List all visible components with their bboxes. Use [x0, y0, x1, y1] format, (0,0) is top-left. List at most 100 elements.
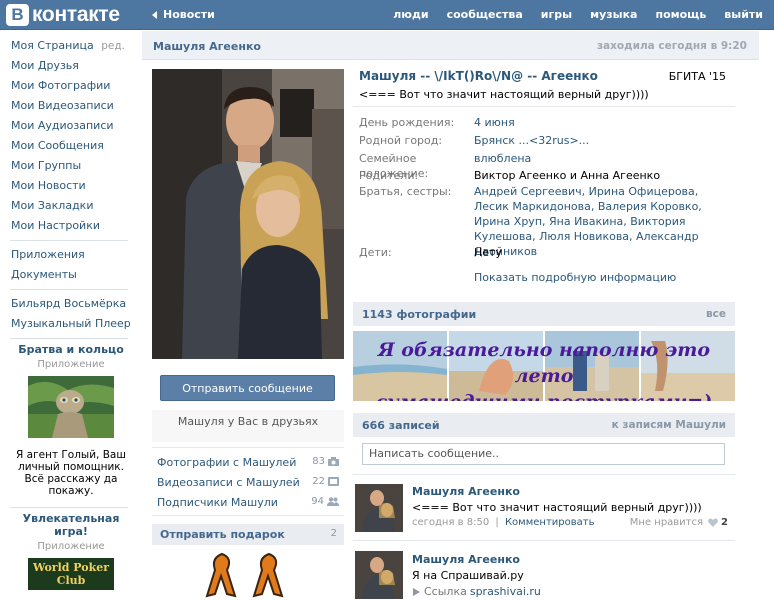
- wall-message-input[interactable]: Написать сообщение..: [362, 443, 725, 465]
- ad-title[interactable]: Братва и кольцо: [8, 343, 134, 356]
- page-owner-name: Машуля Агеенко: [153, 40, 261, 53]
- counter-value: 94: [311, 496, 339, 507]
- nav-music[interactable]: музыка: [590, 8, 637, 21]
- info-value: Виктор Агеенко и Анна Агеенко: [474, 169, 661, 182]
- like-label: Мне нравится: [629, 517, 704, 528]
- video-icon: [328, 477, 339, 486]
- menu-my-videos[interactable]: Мои Видеозаписи: [0, 96, 140, 116]
- menu-my-settings[interactable]: Мои Настройки: [0, 216, 140, 236]
- vk-logo[interactable]: B контакте: [6, 3, 120, 26]
- send-gift-title[interactable]: Отправить подарок: [160, 528, 285, 541]
- post-author-name[interactable]: Машуля Агеенко: [412, 485, 520, 498]
- news-back-label: Новости: [163, 8, 215, 21]
- post-author-avatar[interactable]: [355, 551, 403, 599]
- divider: [152, 447, 344, 448]
- post-time[interactable]: сегодня в 8:50: [412, 517, 489, 528]
- wall-title[interactable]: 666 записей: [362, 419, 440, 432]
- nav-games[interactable]: игры: [541, 8, 572, 21]
- gifts-count: 2: [330, 528, 337, 539]
- show-more-info-link[interactable]: Показать подробную информацию: [474, 271, 676, 284]
- back-arrow-icon: [152, 10, 157, 19]
- menu-my-page[interactable]: Моя Страница ред.: [0, 36, 140, 56]
- info-label: Братья, сестры:: [359, 185, 452, 198]
- photos-all-link[interactable]: все: [706, 308, 726, 320]
- meta-separator: |: [495, 517, 499, 528]
- post-author-name[interactable]: Машуля Агеенко: [412, 553, 520, 566]
- poker-logo-text: World Poker Club: [32, 561, 110, 587]
- wall-owner-posts-link[interactable]: к записям Машули: [612, 419, 726, 431]
- count-number: 83: [312, 456, 325, 467]
- menu-divider: [10, 240, 128, 241]
- nav-communities[interactable]: сообщества: [447, 8, 523, 21]
- top-nav: люди сообщества игры музыка помощь выйти: [384, 8, 772, 21]
- ad-poker-image[interactable]: World Poker Club: [28, 558, 114, 590]
- divider: [353, 474, 735, 475]
- profile-university[interactable]: БГИТА '15: [669, 70, 726, 83]
- like-count: 2: [721, 517, 728, 528]
- menu-divider: [10, 338, 128, 339]
- counter-followers[interactable]: Подписчики Машули 94: [157, 496, 339, 512]
- info-value[interactable]: Брянск ...<32rus>...: [474, 133, 724, 148]
- gift-ribbon-icon[interactable]: [252, 552, 286, 598]
- friend-status-note: Машуля у Вас в друзьях: [152, 410, 344, 442]
- ad-title[interactable]: Увлекательная игра!: [8, 512, 134, 538]
- menu-app-billiard[interactable]: Бильярд Восьмёрка: [0, 294, 140, 314]
- ad-block-2[interactable]: Увлекательная игра! Приложение World Pok…: [8, 512, 134, 590]
- counter-label: Подписчики Машули: [157, 496, 278, 509]
- ad-subtitle: Приложение: [37, 359, 105, 370]
- link-label: Ссылка: [424, 585, 467, 598]
- info-label: День рождения:: [359, 116, 455, 129]
- menu-my-audio[interactable]: Мои Аудиозаписи: [0, 116, 140, 136]
- nav-people[interactable]: люди: [393, 8, 428, 21]
- photos-title[interactable]: 1143 фотографии: [362, 308, 476, 321]
- ad-block-1[interactable]: Братва и кольцо Приложение Я агент Голый…: [8, 343, 134, 497]
- gift-ribbon-icon[interactable]: [205, 552, 239, 598]
- link-url[interactable]: sprashivai.ru: [470, 585, 541, 598]
- news-back-link[interactable]: Новости: [152, 8, 215, 21]
- counter-value: 83: [312, 456, 339, 467]
- menu-documents[interactable]: Документы: [0, 265, 140, 285]
- heart-icon: [708, 518, 718, 527]
- profile-status[interactable]: <=== Вот что значит настоящий верный дру…: [359, 88, 649, 101]
- like-button[interactable]: Мне нравится 2: [630, 517, 728, 528]
- counter-value: 22: [312, 476, 339, 487]
- post-attached-link[interactable]: Ссылка sprashivai.ru: [412, 585, 541, 598]
- counter-videos-with[interactable]: Видеозаписи с Машулей 22: [157, 476, 339, 492]
- menu-my-photos[interactable]: Мои Фотографии: [0, 76, 140, 96]
- post-text: <=== Вот что значит настоящий верный дру…: [412, 501, 702, 514]
- post-author-avatar[interactable]: [355, 484, 403, 532]
- count-number: 22: [312, 476, 325, 487]
- counter-photos-with[interactable]: Фотографии с Машулей 83: [157, 456, 339, 472]
- menu-my-page-label: Моя Страница: [11, 39, 94, 52]
- post-text: Я на Спрашивай.ру: [412, 569, 524, 582]
- caption-line-2: сумашедшими поступками=): [353, 389, 735, 401]
- wall-header[interactable]: 666 записей к записям Машули: [353, 413, 735, 437]
- menu-apps[interactable]: Приложения: [0, 245, 140, 265]
- info-value[interactable]: 4 июня: [474, 115, 724, 130]
- logo-text: контакте: [32, 2, 120, 26]
- photos-strip[interactable]: Я обязательно наполню это лето сумашедши…: [353, 331, 735, 401]
- menu-my-groups[interactable]: Мои Группы: [0, 156, 140, 176]
- menu-my-friends[interactable]: Мои Друзья: [0, 56, 140, 76]
- menu-my-messages[interactable]: Мои Сообщения: [0, 136, 140, 156]
- count-number: 94: [311, 496, 324, 507]
- info-label: Родной город:: [359, 134, 443, 147]
- menu-my-news[interactable]: Мои Новости: [0, 176, 140, 196]
- gifts-header[interactable]: Отправить подарок 2: [152, 524, 344, 545]
- link-icon: [413, 587, 420, 596]
- profile-photo[interactable]: [152, 69, 344, 359]
- ad-gollum-image[interactable]: [28, 376, 114, 438]
- comment-link[interactable]: Комментировать: [505, 517, 595, 528]
- info-label: Родители:: [359, 169, 419, 182]
- send-message-button[interactable]: Отправить сообщение: [160, 375, 335, 401]
- edit-link[interactable]: ред.: [101, 36, 125, 56]
- menu-my-bookmarks[interactable]: Мои Закладки: [0, 196, 140, 216]
- nav-help[interactable]: помощь: [655, 8, 706, 21]
- divider: [353, 540, 735, 541]
- nav-logout[interactable]: выйти: [724, 8, 763, 21]
- photos-header[interactable]: 1143 фотографии все: [353, 302, 735, 326]
- menu-app-music-player[interactable]: Музыкальный Плеер: [0, 314, 140, 334]
- left-menu: Моя Страница ред. Мои Друзья Мои Фотограф…: [0, 30, 140, 590]
- info-value[interactable]: влюблена: [474, 151, 724, 166]
- divider: [353, 106, 735, 107]
